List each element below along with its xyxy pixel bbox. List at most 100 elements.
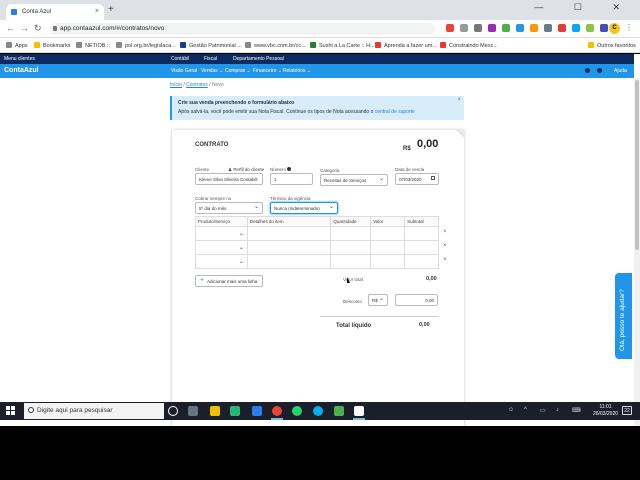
details-cell[interactable] xyxy=(246,226,332,241)
extension-icon[interactable] xyxy=(572,24,580,32)
quantity-cell[interactable] xyxy=(330,254,372,269)
add-line-button[interactable]: + Adicionar mais uma linha xyxy=(195,275,263,287)
cortana-icon[interactable] xyxy=(168,406,178,416)
app-icon[interactable] xyxy=(334,406,344,416)
page-viewport: Menu clientes Contábil Fiscal Departamen… xyxy=(0,54,640,426)
cobrar-select[interactable]: 5º dia do mês xyxy=(195,202,263,214)
menu-relatorios[interactable]: Relatórios ⌄ xyxy=(283,68,311,74)
product-select[interactable]: ⌄ xyxy=(195,226,248,241)
bookmark-item[interactable]: Gestão Patrimonial ... xyxy=(180,42,242,49)
value-cell[interactable] xyxy=(370,254,406,269)
extension-icon[interactable] xyxy=(600,24,608,32)
bookmark-item[interactable]: NETIOB :: xyxy=(76,42,110,49)
quantity-cell[interactable] xyxy=(330,240,372,255)
remove-row-icon[interactable]: × xyxy=(443,257,447,263)
termino-select[interactable]: Nunca (indeterminado) xyxy=(270,202,338,214)
contract-total: 0,00 xyxy=(417,138,439,150)
browser-menu-icon[interactable]: ⋮ xyxy=(625,23,633,32)
url-text: app.contaazul.com/#/contratos/novo xyxy=(60,25,165,32)
details-cell[interactable] xyxy=(246,254,332,269)
menu-vendas[interactable]: Vendas ⌄ xyxy=(201,68,223,74)
task-view-icon[interactable] xyxy=(188,406,198,416)
extension-icon[interactable] xyxy=(530,24,538,32)
info-icon[interactable] xyxy=(287,167,292,171)
help-link[interactable]: Ajuda xyxy=(614,68,627,74)
menu-compras[interactable]: Compras ⌄ xyxy=(225,68,251,74)
bookmark-item[interactable]: Bookmarks xyxy=(34,42,71,49)
taskbar-clock[interactable]: 11:01 26/03/2020 xyxy=(593,404,618,418)
clients-menu-link[interactable]: Menu clientes xyxy=(4,56,35,62)
remove-row-icon[interactable]: × xyxy=(443,229,447,235)
value-cell[interactable] xyxy=(370,240,406,255)
categoria-select[interactable]: Receitas de Serviços xyxy=(320,174,388,186)
mail-icon[interactable] xyxy=(252,406,262,416)
cliente-input[interactable]: Kleme Silva Silveira Contabili xyxy=(195,173,263,185)
extension-icon[interactable] xyxy=(474,24,482,32)
action-center-icon[interactable]: 22 xyxy=(622,406,632,415)
notification-icon[interactable] xyxy=(585,68,590,73)
tray-keyboard-icon[interactable]: ⌨ xyxy=(572,407,581,414)
reload-icon[interactable]: ↻ xyxy=(34,23,42,34)
windows-start-icon[interactable] xyxy=(6,406,16,416)
tray-people-icon[interactable]: ☺ xyxy=(508,407,514,413)
quantity-cell[interactable] xyxy=(330,226,372,241)
skype-icon[interactable] xyxy=(313,406,323,416)
extension-icon[interactable] xyxy=(446,24,454,32)
whatsapp-icon[interactable] xyxy=(292,406,302,416)
breadcrumb-contracts[interactable]: Contratos xyxy=(186,82,208,88)
forward-icon[interactable]: → xyxy=(20,23,29,33)
settings-icon[interactable] xyxy=(597,68,602,73)
menu-visao-geral[interactable]: Visão Geral xyxy=(171,68,197,74)
numero-input[interactable]: 1 xyxy=(270,173,313,185)
bookmark-other[interactable]: Outros favoritos xyxy=(588,42,636,49)
extension-icon[interactable] xyxy=(544,24,552,32)
details-cell[interactable] xyxy=(246,240,332,255)
bookmark-apps[interactable]: Apps xyxy=(6,42,28,49)
tray-volume-icon[interactable]: ♪ xyxy=(556,407,559,413)
app-icon[interactable] xyxy=(354,406,364,416)
support-center-link[interactable]: central de suporte xyxy=(375,109,415,115)
extension-icon[interactable] xyxy=(460,24,468,32)
menu-financeiro[interactable]: Financeiro ⌄ xyxy=(253,68,282,74)
tab-close-icon[interactable]: × xyxy=(95,8,99,15)
bookmark-item[interactable]: pol.org.br/legislaca... xyxy=(116,42,176,49)
data-input[interactable]: 07/03/2020 xyxy=(395,173,439,185)
new-tab-button[interactable]: + xyxy=(108,4,114,15)
file-explorer-icon[interactable] xyxy=(210,406,220,416)
url-input[interactable]: app.contaazul.com/#/contratos/novo xyxy=(50,23,435,35)
extension-icon[interactable] xyxy=(586,24,594,32)
remove-row-icon[interactable]: × xyxy=(443,243,447,249)
chrome-icon[interactable] xyxy=(272,406,282,416)
extension-icon[interactable] xyxy=(558,24,566,32)
bookmark-item[interactable]: Aprenda a fazer um... xyxy=(375,42,437,49)
value-cell[interactable] xyxy=(370,226,406,241)
help-chat-tab[interactable]: Olá, posso te ajudar? xyxy=(615,273,632,359)
product-select[interactable]: ⌄ xyxy=(195,240,248,255)
breadcrumb-home[interactable]: Início xyxy=(170,82,182,88)
product-select[interactable]: ⌄ xyxy=(195,254,248,269)
bookmark-item[interactable]: Constraindo Mexc... xyxy=(440,42,498,49)
store-icon[interactable] xyxy=(230,406,240,416)
breadcrumb: Início / Contratos / Novo xyxy=(170,82,224,88)
extension-icon[interactable] xyxy=(488,24,496,32)
window-controls[interactable]: — ☐ ✕ xyxy=(534,2,634,13)
calendar-icon[interactable] xyxy=(431,176,435,180)
contaazul-logo[interactable]: ContaAzul xyxy=(4,67,39,74)
extension-icon[interactable] xyxy=(516,24,524,32)
taskbar-search-input[interactable]: Digite aqui para pesquisar xyxy=(24,403,164,419)
browser-tab[interactable]: Conta Azul × xyxy=(6,4,104,20)
topnav-departamento[interactable]: Departamento Pessoal xyxy=(233,56,284,62)
tray-chevron-icon[interactable]: ^ xyxy=(524,407,527,413)
alert-close-icon[interactable]: × xyxy=(457,97,461,103)
bookmark-item[interactable]: www.vbc.com.br/cc... xyxy=(245,42,306,49)
tray-network-icon[interactable]: ▭ xyxy=(540,407,546,414)
scrollbar-thumb[interactable] xyxy=(635,80,639,250)
discount-input[interactable]: 0,00 xyxy=(395,294,438,306)
discount-type-select[interactable]: R$ xyxy=(368,294,388,306)
extension-icon[interactable] xyxy=(502,24,510,32)
bookmark-item[interactable]: Sushi a La Carte :: H... xyxy=(310,42,375,49)
topnav-contabil[interactable]: Contábil xyxy=(171,56,189,62)
profile-avatar[interactable]: C xyxy=(609,23,620,34)
topnav-fiscal[interactable]: Fiscal xyxy=(204,56,217,62)
back-icon[interactable]: ← xyxy=(6,23,15,33)
